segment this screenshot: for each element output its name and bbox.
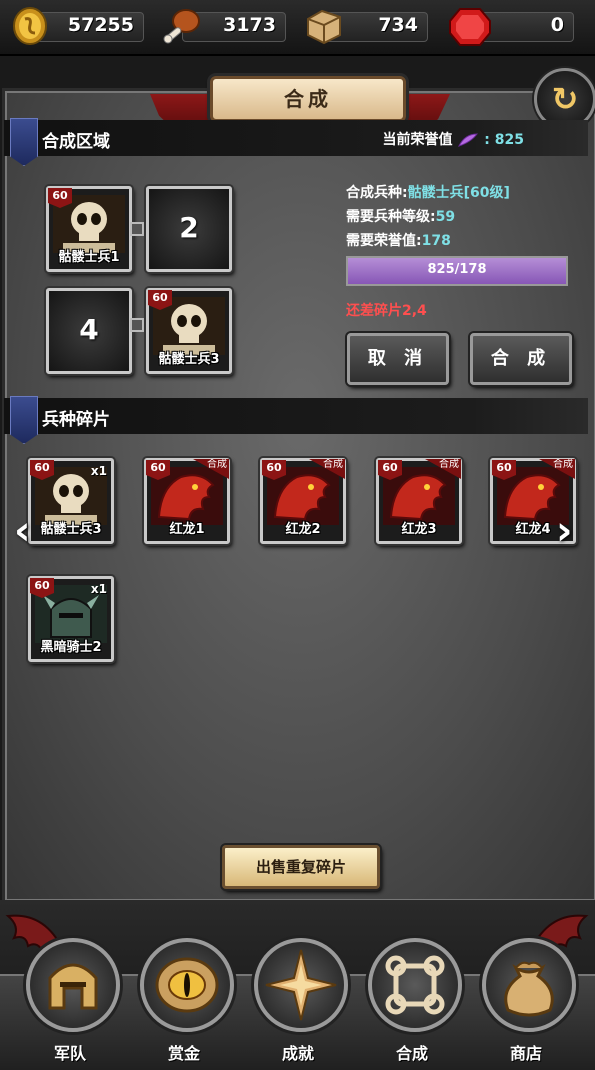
nav-synthesis-label: 合成 (395, 1044, 428, 1063)
meat-counter: 3173 (160, 9, 286, 44)
slot-number: 4 (79, 313, 99, 346)
prev-page-arrow[interactable]: ‹ (14, 508, 30, 554)
knot-icon (385, 955, 445, 1015)
fragments-title: 兵种碎片 (42, 410, 110, 430)
required-honor-label: 需要荣誉值: (346, 233, 422, 249)
meat-value: 3173 (223, 14, 276, 36)
banner-flag-icon (10, 396, 38, 444)
nav-achievement-label: 成就 (281, 1044, 314, 1063)
slot-connector (130, 222, 144, 236)
fragment-name: 黑暗骑士2 (40, 640, 102, 655)
gem-counter: 0 (448, 8, 574, 46)
fragment-count: x1 (90, 582, 107, 596)
fragment-card[interactable]: 60 x1 黑暗骑士2 (28, 576, 114, 662)
stone-value: 734 (378, 14, 418, 36)
nav-army-circle (26, 938, 120, 1032)
helmet-icon (48, 963, 98, 1010)
slot-unit-name: 骷髅士兵3 (158, 352, 220, 367)
gold-coin-icon (13, 7, 47, 45)
banner-flag-icon (10, 118, 38, 166)
target-unit-line: 合成兵种:骷髅士兵[60级] (346, 182, 510, 202)
slot-unit-name: 骷髅士兵1 (58, 250, 120, 265)
target-unit-label: 合成兵种: (346, 185, 408, 201)
nav-bounty-label: 赏金 (167, 1044, 200, 1063)
nav-bounty[interactable]: 赏金 (138, 938, 234, 1068)
slot-connector (130, 318, 144, 332)
eye-icon (155, 957, 219, 1013)
required-level-value: 59 (435, 209, 456, 225)
synth-area-title: 合成区域 (42, 132, 110, 152)
fragment-card[interactable]: 60 合成 红龙3 (376, 458, 462, 544)
nav-shop-circle (482, 938, 576, 1032)
required-honor-value: 178 (421, 233, 451, 249)
nav-army-label: 军队 (53, 1044, 86, 1063)
synth-area-header: 合成区域 当前荣誉值 : 825 (4, 118, 588, 166)
current-honor: 当前荣誉值 : 825 (383, 129, 524, 149)
sell-duplicates-button[interactable]: 出售重复碎片 (222, 845, 380, 889)
compass-star-icon (265, 949, 337, 1021)
missing-fragments-text: 还差碎片2,4 (346, 303, 427, 319)
bottom-nav: 军队 赏金 成就 合成 商店 (0, 900, 595, 1070)
fragment-name: 红龙1 (169, 522, 205, 537)
progress-text: 825/178 (427, 262, 487, 277)
synthesize-button[interactable]: 合 成 (470, 333, 572, 385)
fragment-name: 红龙3 (401, 522, 437, 537)
cancel-button-label: 取 消 (367, 348, 429, 369)
page-title-plate: 合成 (210, 76, 406, 122)
honor-label: 当前荣誉值 (382, 132, 453, 148)
synth-slot-2[interactable]: 2 (146, 186, 232, 272)
target-unit-value: 骷髅士兵[60级] (407, 185, 510, 201)
nav-synthesis-circle (368, 938, 462, 1032)
nav-shop-label: 商店 (509, 1044, 542, 1063)
required-level-label: 需要兵种等级: (346, 209, 436, 225)
money-bag-icon (504, 961, 554, 1017)
fragment-card[interactable]: 60 x1 骷髅士兵3 (28, 458, 114, 544)
gem-value: 0 (550, 14, 564, 36)
fragments-header: 兵种碎片 (4, 396, 588, 444)
required-honor-line: 需要荣誉值:178 (346, 230, 451, 250)
page-title: 合成 (284, 87, 332, 111)
refresh-icon: ↻ (551, 80, 579, 118)
synth-slot-4[interactable]: 4 (46, 288, 132, 374)
gold-value: 57255 (67, 14, 134, 36)
nav-bounty-circle (140, 938, 234, 1032)
nav-achievement-circle (254, 938, 348, 1032)
required-level-line: 需要兵种等级:59 (346, 206, 455, 226)
synthesize-button-label: 合 成 (490, 348, 552, 369)
nav-achievement[interactable]: 成就 (252, 938, 348, 1068)
next-page-arrow[interactable]: › (556, 508, 572, 554)
fragment-name: 红龙2 (285, 522, 321, 537)
fragment-name: 骷髅士兵3 (40, 522, 102, 537)
synth-slot-1[interactable]: 60 骷髅士兵1 (46, 186, 132, 272)
resource-bar: 57255 3173 734 0 (0, 0, 595, 56)
cancel-button[interactable]: 取 消 (347, 333, 449, 385)
nav-synthesis[interactable]: 合成 (366, 938, 462, 1068)
gold-counter: 57255 (10, 7, 144, 45)
stone-counter: 734 (302, 9, 428, 45)
honor-value: : 825 (484, 132, 524, 148)
meat-leg-icon (163, 9, 200, 44)
feather-icon (458, 133, 479, 147)
fragment-card[interactable]: 60 合成 红龙2 (260, 458, 346, 544)
slot-number: 2 (179, 211, 199, 244)
fragment-card[interactable]: 60 合成 红龙1 (144, 458, 230, 544)
sell-duplicates-label: 出售重复碎片 (255, 858, 346, 876)
nav-army[interactable]: 军队 (24, 938, 120, 1068)
red-gem-icon (449, 8, 491, 46)
fragment-count: x1 (90, 464, 107, 478)
honor-progress-bar: 825/178 (346, 256, 568, 286)
stone-block-icon (307, 9, 341, 45)
nav-shop[interactable]: 商店 (480, 938, 576, 1068)
synth-slot-3[interactable]: 60 骷髅士兵3 (146, 288, 232, 374)
